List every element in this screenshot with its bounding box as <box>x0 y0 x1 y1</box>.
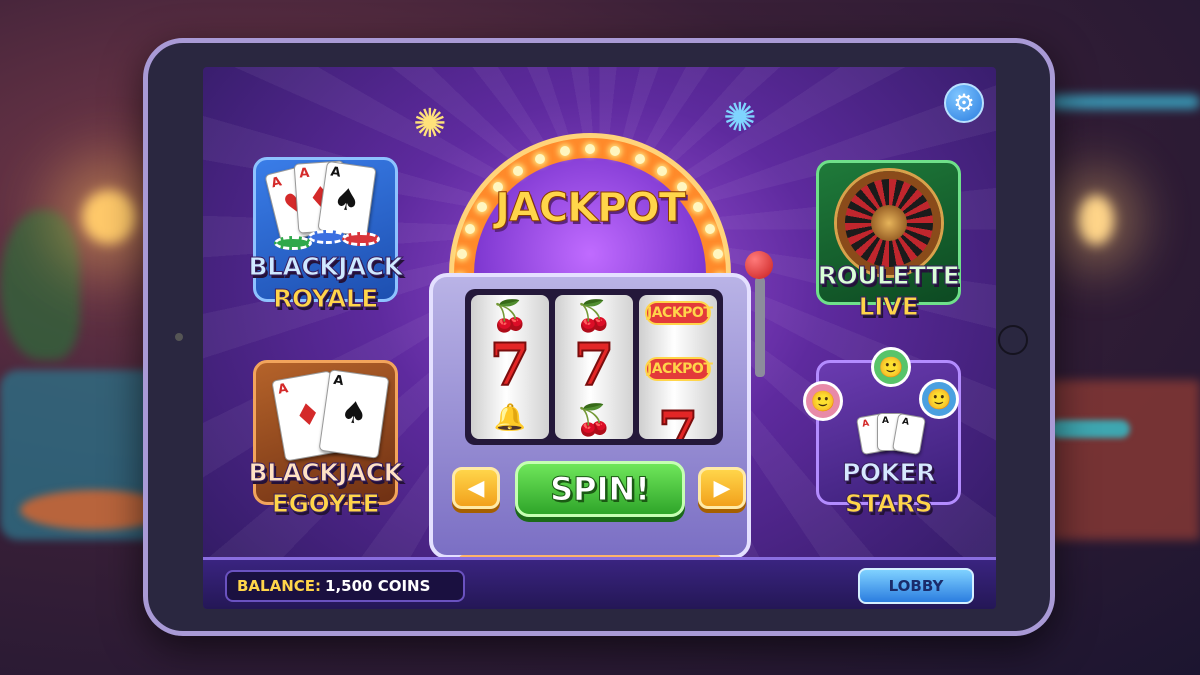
balance-value: 1,500 COINS <box>325 577 431 595</box>
marquee-bulb <box>457 248 468 259</box>
game-tile-roulette-live[interactable]: ROULETTE LIVE <box>816 160 961 322</box>
background-neon-light <box>1050 95 1200 109</box>
player-avatar-icon: 🙂 <box>803 381 843 421</box>
firework-icon: ✺ <box>723 95 757 141</box>
seven-symbol: 7 <box>573 330 615 400</box>
chevron-right-icon: ▶ <box>713 475 731 501</box>
slot-reel: 🍒 7 🍒 <box>555 295 633 439</box>
lobby-button[interactable]: LOBBY <box>858 568 974 604</box>
marquee-bulb <box>559 146 570 157</box>
background-plant <box>0 210 80 360</box>
game-title-line2: EGOYEE <box>271 489 380 519</box>
bottom-bar: BALANCE: 1,500 COINS LOBBY <box>203 557 996 609</box>
bell-icon: 🔔 <box>493 403 527 433</box>
poker-chip-icon <box>274 236 312 250</box>
marquee-bulb <box>712 248 723 259</box>
slot-reel: 🍒 7 🔔 <box>471 295 549 439</box>
marquee-bulb <box>512 165 523 176</box>
seven-symbol: 7 <box>489 330 531 400</box>
game-title-line2: ROYALE <box>273 284 379 314</box>
chevron-left-icon: ◀ <box>467 475 485 501</box>
game-title-line1: BLACKJACK <box>248 458 403 488</box>
settings-button[interactable]: ⚙ <box>944 83 984 123</box>
firework-icon: ✺ <box>413 101 447 147</box>
marquee-bulb <box>585 144 595 154</box>
player-avatar-icon: 🙂 <box>871 347 911 387</box>
jackpot-symbol: JACKPOT <box>645 301 713 325</box>
game-title-line1: ROULETTE <box>817 261 960 291</box>
game-title-line2: STARS <box>844 489 933 519</box>
jackpot-symbol: JACKPOT <box>645 357 713 381</box>
marquee-bulb <box>610 146 621 157</box>
playing-card-icon: A <box>891 412 927 456</box>
balance-label: BALANCE: <box>237 577 322 595</box>
slot-lever <box>755 277 765 377</box>
game-title-line1: BLACKJACK <box>248 252 403 282</box>
bet-increase-button[interactable]: ▶ <box>698 467 746 509</box>
game-tile-blackjack-egoyee[interactable]: A ♦ A ♠ BLACKJACK EGOYEE <box>248 360 403 519</box>
playing-card-icon: A ♠ <box>317 160 377 238</box>
slot-reel: JACKPOT JACKPOT 7 <box>639 295 717 439</box>
gear-icon: ⚙ <box>953 89 975 117</box>
tablet-camera <box>175 333 183 341</box>
tablet-home-button[interactable] <box>998 325 1028 355</box>
tablet-device: ✺ ✺ ⚙ A♥ A♦ A♠ BLACKJACK ROYALE A♦ A♠ B <box>143 38 1055 636</box>
casino-game-screen: ✺ ✺ ⚙ A♥ A♦ A♠ BLACKJACK ROYALE A♦ A♠ B <box>203 67 996 609</box>
marquee-bulb <box>535 153 546 164</box>
jackpot-title: JACKPOT <box>495 185 687 232</box>
cherry-icon: 🍒 <box>575 403 613 438</box>
background-lamp <box>1078 195 1114 245</box>
balance-display: BALANCE: 1,500 COINS <box>225 570 465 602</box>
spin-button[interactable]: SPIN! <box>515 461 685 517</box>
player-avatar-icon: 🙂 <box>919 379 959 419</box>
game-title-line1: POKER <box>842 458 936 488</box>
slot-lever-knob[interactable] <box>745 251 773 279</box>
marquee-bulb <box>634 153 645 164</box>
cherry-icon: 🍒 <box>491 299 529 334</box>
poker-chip-icon <box>342 232 380 246</box>
background-bar-stool <box>1050 420 1130 438</box>
poker-chip-icon <box>308 230 346 244</box>
game-tile-poker-stars[interactable]: 🙂 🙂 🙂 A A A POKER STARS <box>803 347 961 519</box>
game-title-line2: LIVE <box>858 292 919 322</box>
background-bar-counter <box>1050 380 1200 540</box>
playing-card-icon: A ♠ <box>318 369 390 459</box>
slot-reels: 🍒 7 🔔 🍒 7 🍒 JACKPOT JACKPOT 7 <box>465 289 723 445</box>
roulette-wheel-icon <box>837 171 941 275</box>
cherry-icon: 🍒 <box>575 299 613 334</box>
seven-symbol: 7 <box>657 398 699 439</box>
game-tile-blackjack-royale[interactable]: A♥ A♦ A♠ BLACKJACK ROYALE <box>248 157 403 314</box>
bet-decrease-button[interactable]: ◀ <box>452 467 500 509</box>
marquee-bulb <box>657 165 668 176</box>
background-lamp <box>82 190 136 244</box>
